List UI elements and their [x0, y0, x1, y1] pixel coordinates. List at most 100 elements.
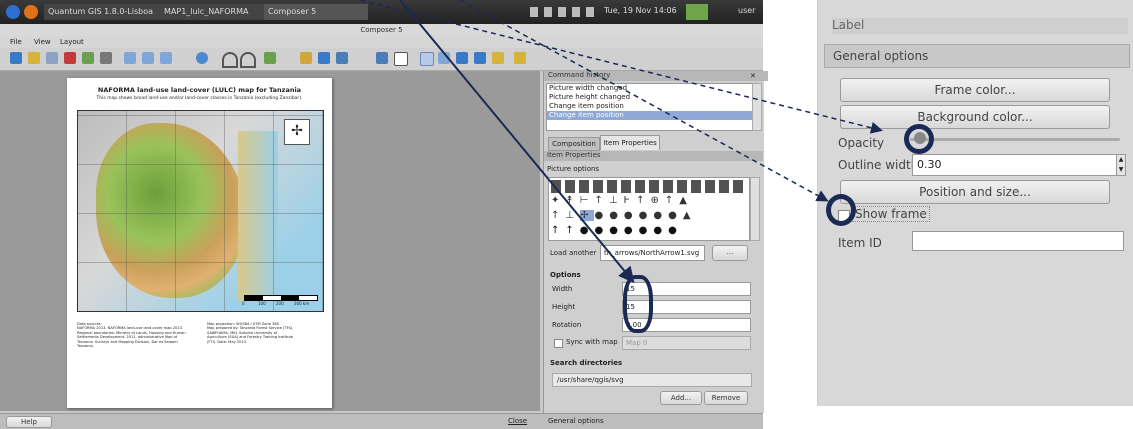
undo-icon[interactable] — [222, 52, 238, 68]
toolbar — [0, 48, 763, 71]
workspace-indicator[interactable] — [686, 4, 708, 20]
clock[interactable]: Tue, 19 Nov 14:06 — [604, 6, 677, 15]
ungroup-icon[interactable] — [474, 52, 486, 64]
svg-path-field[interactable]: th_arrows/NorthArrow1.svg — [600, 245, 705, 261]
footer-sources[interactable]: Data sources: NAFORMA 2013. NAFORMA land… — [77, 322, 197, 349]
save-icon[interactable] — [46, 52, 58, 64]
general-options-header[interactable]: General options — [824, 44, 1130, 68]
status-bar: Help Close General options — [0, 413, 763, 429]
taskbar-item-composer[interactable]: Composer 5 — [264, 4, 368, 20]
map-page[interactable]: NAFORMA land-use land-cover (LULC) map f… — [67, 78, 332, 408]
sync-checkbox[interactable] — [554, 339, 563, 348]
open-icon[interactable] — [28, 52, 40, 64]
firefox-icon[interactable] — [24, 5, 38, 19]
options-header: Options — [550, 271, 581, 279]
zoom-full-icon[interactable] — [124, 52, 136, 64]
spin-arrows-icon[interactable]: ▲ ▼ — [1116, 154, 1126, 176]
taskbar-item-label: Composer 5 — [268, 7, 317, 16]
sync-map-select[interactable]: Map 0 — [622, 336, 751, 350]
outline-width-label: Outline width — [838, 158, 919, 172]
history-scrollbar[interactable] — [752, 83, 762, 131]
browse-button[interactable]: ... — [712, 245, 748, 261]
scale-label: 100 — [258, 301, 266, 306]
width-label: Width — [552, 285, 573, 293]
add-dir-button[interactable]: Add... — [660, 391, 702, 405]
export-pdf-icon[interactable] — [64, 52, 76, 64]
scale-label: 0 — [242, 301, 245, 306]
menu-layout[interactable]: Layout — [60, 38, 84, 46]
footer-credits[interactable]: Map projection: WGS84 / UTM Zone 36S Map… — [207, 322, 325, 344]
scale-label: 200 — [276, 301, 284, 306]
align-icon[interactable] — [514, 52, 526, 64]
load-another-label: Load another — [550, 249, 597, 257]
raise-icon[interactable] — [492, 52, 504, 64]
add-new-map-icon[interactable] — [264, 52, 276, 64]
opacity-slider-track[interactable] — [910, 138, 1120, 141]
annotation-circle — [623, 275, 653, 333]
annotation-circle — [826, 194, 856, 226]
item-id-field[interactable] — [912, 231, 1124, 251]
background-color-button[interactable]: Background color... — [840, 105, 1110, 129]
tab-composition[interactable]: Composition — [548, 137, 600, 151]
history-item[interactable]: Change item position — [547, 102, 753, 111]
history-item[interactable]: Picture height changed — [547, 93, 753, 102]
north-arrow-item[interactable]: ✢ — [284, 119, 310, 145]
history-item-selected[interactable]: Change item position — [547, 111, 753, 120]
map-frame[interactable]: ✢ 0 100 200 300 km — [77, 110, 324, 312]
menu-bar: File View Layout — [0, 36, 763, 48]
sync-label: Sync with map — [566, 338, 618, 346]
svg-symbol-grid[interactable]: ✦↟⊢↑⊥Ⱶ↑⊕↑▲ ↑⊥✢●●●●●●▲ ↑↑●●●●●●● — [548, 177, 750, 241]
scale-label: 300 km — [294, 301, 310, 306]
outline-width-spinbox[interactable]: 0.30 — [912, 154, 1118, 176]
tab-item-properties[interactable]: Item Properties — [600, 135, 660, 150]
add-label-icon[interactable] — [300, 52, 312, 64]
symbol-row: ↑↑●●●●●●● — [551, 225, 683, 236]
zoom-in-icon[interactable] — [142, 52, 154, 64]
refresh-icon[interactable] — [196, 52, 208, 64]
opacity-label: Opacity — [838, 136, 885, 150]
help-button[interactable]: Help — [6, 416, 52, 428]
taskbar-item-qgis[interactable]: Quantum GIS 1.8.0-Lisboa -... — [44, 4, 160, 32]
general-options-status[interactable]: General options — [548, 417, 604, 425]
close-button[interactable]: Close — [508, 417, 527, 425]
add-arrow-icon[interactable] — [376, 52, 388, 64]
app-menu-icon[interactable] — [6, 5, 20, 19]
print-icon[interactable] — [100, 52, 112, 64]
map-title[interactable]: NAFORMA land-use land-cover (LULC) map f… — [67, 86, 332, 94]
add-map-icon[interactable] — [10, 52, 22, 64]
taskbar-item-map[interactable]: MAP1_lulc_NAFORMA — [160, 4, 264, 20]
height-label: Height — [552, 303, 576, 311]
add-shape-icon[interactable] — [394, 52, 408, 66]
taskbar: Quantum GIS 1.8.0-Lisboa -... MAP1_lulc_… — [0, 0, 763, 32]
label-tab[interactable]: Label — [832, 18, 1128, 34]
add-legend-icon[interactable] — [318, 52, 330, 64]
command-history-list[interactable]: Picture width changed Picture height cha… — [546, 83, 754, 131]
tray-icons — [530, 7, 594, 17]
move-content-icon[interactable] — [438, 52, 450, 64]
zoom-out-icon[interactable] — [160, 52, 172, 64]
frame-color-button[interactable]: Frame color... — [840, 78, 1110, 102]
search-dirs-header: Search directories — [550, 359, 623, 367]
symbol-row: ↑⊥✢●●●●●●▲ — [551, 210, 697, 221]
window-title: Composer 5 — [0, 24, 763, 36]
redo-icon[interactable] — [240, 52, 256, 68]
general-options-zoom: Label General options Frame color... Bac… — [817, 0, 1133, 406]
taskbar-item-label: MAP1_lulc_NAFORMA — [164, 7, 249, 16]
group-icon[interactable] — [456, 52, 468, 64]
command-history-title: Command history — [544, 71, 768, 81]
select-move-icon[interactable] — [420, 52, 434, 66]
position-size-button[interactable]: Position and size... — [840, 180, 1110, 204]
remove-dir-button[interactable]: Remove — [704, 391, 748, 405]
user-name[interactable]: user — [738, 6, 755, 15]
map-subtitle[interactable]: This map shows broad land-use and/or lan… — [73, 96, 326, 101]
item-properties-header: Item Properties — [544, 151, 763, 161]
add-table-icon[interactable] — [336, 52, 348, 64]
export-image-icon[interactable] — [82, 52, 94, 64]
menu-file[interactable]: File — [10, 38, 22, 46]
search-dir-select[interactable]: /usr/share/qgis/svg — [552, 373, 752, 387]
menu-view[interactable]: View — [34, 38, 51, 46]
panel-close-icon[interactable]: ✕ — [750, 72, 756, 80]
show-frame-label[interactable]: Show frame — [852, 206, 930, 222]
svg-grid-scrollbar[interactable] — [750, 177, 760, 241]
history-item[interactable]: Picture width changed — [547, 84, 753, 93]
